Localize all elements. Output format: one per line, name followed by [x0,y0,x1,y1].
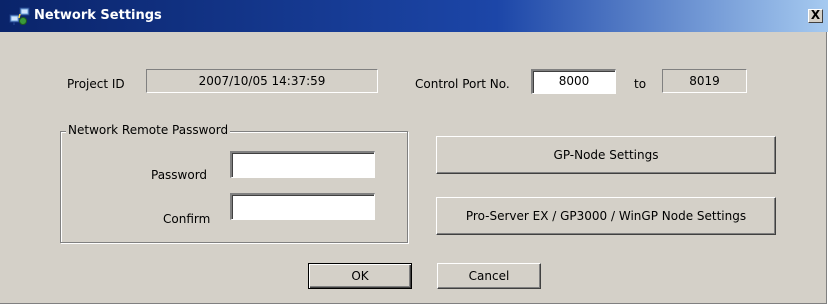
cancel-button[interactable]: Cancel [437,263,541,289]
cancel-label: Cancel [468,269,510,283]
remote-password-group [60,131,408,243]
remote-password-group-label: Network Remote Password [66,123,231,137]
control-port-end-value: 8019 [689,74,720,88]
pro-server-node-settings-label: Pro-Server EX / GP3000 / WinGP Node Sett… [465,209,747,223]
close-button[interactable]: X [808,9,823,23]
control-port-label: Control Port No. [415,77,510,91]
network-settings-dialog: Network Settings X Project ID 2007/10/05… [0,0,828,304]
control-port-start-input[interactable]: 8000 [531,69,616,94]
confirm-label: Confirm [163,212,211,226]
password-label: Password [151,168,208,182]
network-icon [9,7,30,25]
project-id-value: 2007/10/05 14:37:59 [198,74,326,88]
control-port-start-value: 8000 [558,74,590,88]
pro-server-node-settings-button[interactable]: Pro-Server EX / GP3000 / WinGP Node Sett… [436,197,776,235]
control-port-to-label: to [634,77,647,91]
confirm-password-input[interactable] [230,193,375,220]
project-id-field: 2007/10/05 14:37:59 [146,69,378,93]
window-title: Network Settings [34,8,162,23]
password-input[interactable] [230,151,375,178]
control-port-end-field: 8019 [662,69,747,93]
close-icon: X [810,8,821,22]
title-bar[interactable]: Network Settings X [0,0,828,32]
ok-label: OK [351,269,369,283]
gp-node-settings-label: GP-Node Settings [553,148,659,162]
ok-button[interactable]: OK [308,263,412,289]
gp-node-settings-button[interactable]: GP-Node Settings [436,136,776,174]
project-id-label: Project ID [67,77,125,91]
